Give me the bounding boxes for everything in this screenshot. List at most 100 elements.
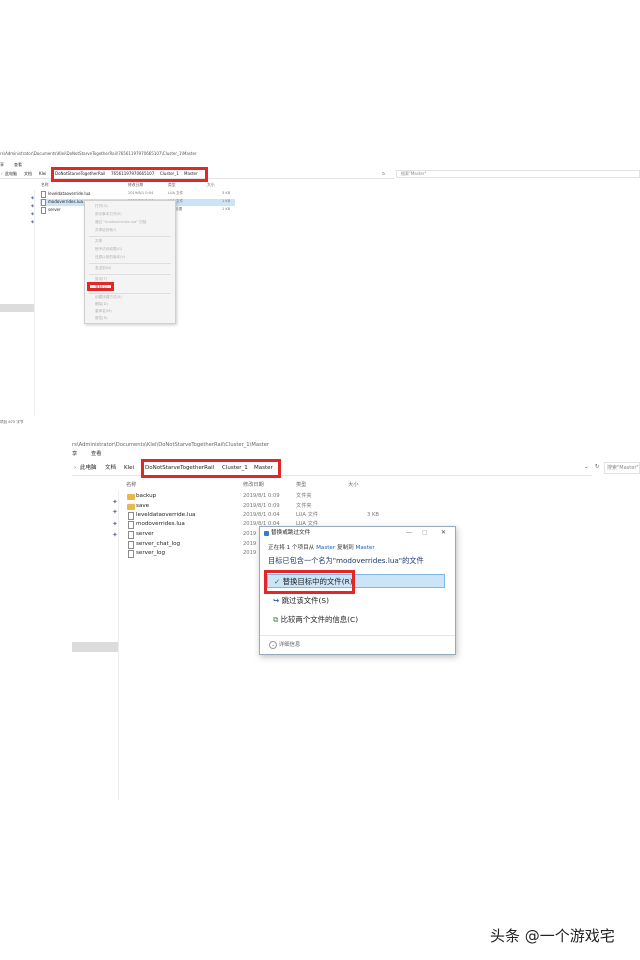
file-row[interactable]: leveldataoverride.lua 2019/8/1 0:04 LUA … [126, 512, 386, 521]
ribbon-tab-view[interactable]: 查看 [91, 451, 101, 457]
menu-separator [89, 263, 171, 264]
col-header-type[interactable]: 类型 [296, 482, 306, 488]
copy-to-text: 复制到 [336, 545, 354, 551]
menu-item-open-notepad[interactable]: 用记事本打开(E) [95, 212, 122, 217]
breadcrumb-klei[interactable]: Klei [39, 172, 46, 176]
file-name: leveldataoverride.lua [136, 512, 196, 518]
folder-icon [127, 504, 135, 510]
copy-app-icon [264, 531, 269, 536]
breadcrumb-this-pc[interactable]: 此电脑 [5, 172, 17, 176]
refresh-icon[interactable]: ↻ [595, 464, 600, 471]
copy-prefix: 正在将 1 个项目从 [268, 545, 315, 551]
search-input[interactable]: 搜索"Master" [604, 462, 640, 474]
pin-icon: ✦ [112, 520, 118, 528]
file-name: save [136, 503, 150, 509]
col-header-size[interactable]: 大小 [207, 183, 215, 187]
file-date: 2019/8/1 0:09 [243, 493, 280, 499]
nav-pane-selected-item[interactable] [72, 642, 118, 652]
ribbon-tab-share[interactable]: 享 [0, 163, 4, 167]
dialog-title: 替换或跳过文件 [271, 530, 311, 536]
menu-item-rename[interactable]: 重命名(M) [95, 309, 112, 314]
compare-files-option[interactable]: ⧉ 比较两个文件的信息(C) [267, 613, 445, 627]
maximize-icon[interactable]: □ [422, 530, 428, 536]
col-header-type[interactable]: 类型 [168, 183, 176, 187]
menu-item-scan[interactable]: 通过 "modoverrides.lua" 扫描 [95, 220, 146, 225]
menu-item-create-shortcut[interactable]: 创建快捷方式(S) [95, 295, 122, 300]
menu-item-properties[interactable]: 属性(R) [95, 316, 108, 321]
nav-pane-divider [118, 490, 119, 800]
file-row[interactable]: server 2019 [126, 531, 266, 540]
file-row[interactable]: backup 2019/8/1 0:09 文件夹 [126, 493, 386, 502]
skip-arrow-icon: ↪ [273, 596, 280, 605]
col-header-size[interactable]: 大小 [348, 482, 358, 488]
file-icon [128, 521, 134, 529]
file-name: server_log [136, 550, 166, 556]
chevron-right-icon: › [74, 465, 77, 471]
file-row[interactable]: leveldataoverride.lua 2019/8/1 0:04 LUA … [40, 191, 235, 198]
col-header-date[interactable]: 修改日期 [128, 183, 143, 187]
file-icon [128, 531, 134, 539]
breadcrumb-documents[interactable]: 文档 [24, 172, 32, 176]
chevron-down-icon: ⌄ [269, 641, 277, 649]
menu-item-send-to[interactable]: 发送到(N) [95, 266, 111, 271]
highlight-box-path [51, 167, 208, 182]
menu-item-open[interactable]: 打开(O) [95, 204, 108, 209]
file-date: 2019 [243, 541, 257, 547]
menu-item-restore-versions[interactable]: 还原以前的版本(V) [95, 255, 125, 260]
destination-folder-link[interactable]: Master [356, 545, 375, 551]
dialog-conflict-message: 目标已包含一个名为"modoverrides.lua"的文件 [268, 556, 424, 565]
minimize-icon[interactable]: — [406, 530, 412, 536]
menu-item-share[interactable]: 共享 [95, 239, 102, 244]
search-input[interactable]: 搜索"Master" [396, 170, 640, 178]
breadcrumb-documents[interactable]: 文档 [105, 465, 116, 472]
menu-separator [89, 236, 171, 237]
nav-pane-selected-item[interactable] [0, 304, 34, 312]
file-date: 2019 [243, 550, 257, 556]
close-icon[interactable]: ✕ [441, 530, 446, 536]
file-date: 2019/8/1 0:04 [243, 512, 280, 518]
col-header-name[interactable]: 名称 [41, 183, 49, 187]
source-folder-link[interactable]: Master [316, 545, 335, 551]
col-header-date[interactable]: 修改日期 [243, 482, 264, 488]
dialog-footer-divider [260, 635, 455, 636]
col-header-name[interactable]: 名称 [126, 482, 136, 488]
file-name: server [48, 207, 61, 212]
file-type: LUA 文件 [296, 512, 319, 518]
file-icon [41, 199, 46, 206]
file-size: 1 KB [222, 207, 231, 211]
file-size: 3 KB [367, 512, 379, 518]
highlight-box-path [141, 459, 281, 478]
file-row[interactable]: server_chat_log 2019 [126, 541, 266, 550]
file-icon [128, 512, 134, 520]
menu-item-share-others[interactable]: 共享给其他人 [95, 228, 117, 233]
ribbon-tab-view[interactable]: 查看 [14, 163, 22, 167]
menu-separator [89, 274, 171, 275]
pin-icon: ✦ [112, 531, 118, 539]
compare-option-label: 比较两个文件的信息(C) [280, 615, 359, 624]
refresh-icon[interactable]: ↻ [382, 172, 385, 176]
ribbon-tab-share[interactable]: 享 [72, 451, 77, 457]
nav-pane-divider [34, 190, 35, 415]
dropdown-icon[interactable]: ⌄ [584, 464, 589, 471]
skip-file-option[interactable]: ↪ 跳过该文件(S) [267, 594, 445, 608]
details-toggle[interactable]: ⌄ 详细信息 [269, 641, 300, 649]
breadcrumb-klei[interactable]: Klei [124, 465, 134, 472]
pin-icon: ✦ [112, 498, 118, 506]
file-icon [41, 207, 46, 214]
pin-icon: ✦ [112, 508, 118, 516]
file-type: LUA 文件 [168, 191, 184, 195]
menu-item-delete[interactable]: 删除(D) [95, 302, 108, 307]
menu-separator [89, 293, 171, 294]
menu-item-grant-access[interactable]: 授予访问权限(G) [95, 247, 122, 252]
skip-option-label: 跳过该文件(S) [281, 596, 329, 605]
file-row[interactable]: save 2019/8/1 0:09 文件夹 [126, 503, 386, 512]
context-menu: 打开(O) 用记事本打开(E) 通过 "modoverrides.lua" 扫描… [84, 200, 176, 324]
file-icon [128, 550, 134, 558]
file-name: server [136, 531, 154, 537]
file-icon [128, 541, 134, 549]
breadcrumb-this-pc[interactable]: 此电脑 [80, 465, 97, 472]
search-placeholder: 搜索"Master" [401, 171, 427, 176]
dialog-line-copying: 正在将 1 个项目从 Master 复制到 Master [268, 545, 375, 552]
file-row[interactable]: server_log 2019 [126, 550, 266, 559]
file-name: server_chat_log [136, 541, 181, 547]
